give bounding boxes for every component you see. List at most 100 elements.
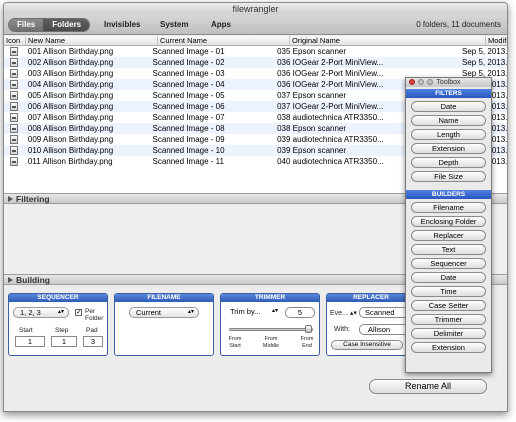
building-label: Building bbox=[16, 275, 50, 285]
file-icon bbox=[10, 113, 18, 122]
toolbox-titlebar: Toolbox bbox=[406, 78, 491, 87]
new-name-cell: 001 Allison Birthday.png bbox=[27, 47, 114, 56]
system-menu[interactable]: System bbox=[160, 20, 188, 29]
trim-mode-value: Trim by... bbox=[230, 307, 261, 316]
start-label: Start bbox=[19, 327, 33, 334]
current-name-cell: Scanned Image - 06 bbox=[152, 102, 225, 111]
file-icon bbox=[10, 80, 18, 89]
column-header-new-name[interactable]: New Name bbox=[26, 36, 158, 45]
per-folder-checkbox[interactable]: ✓ bbox=[75, 309, 82, 316]
current-name-cell: Scanned Image - 07 bbox=[152, 113, 225, 122]
filter-length-button[interactable]: Length bbox=[411, 129, 486, 140]
filename-value: Current bbox=[136, 308, 162, 317]
filter-name-button[interactable]: Name bbox=[411, 115, 486, 126]
builder-filename-button[interactable]: Filename bbox=[411, 202, 486, 213]
new-name-cell: 010 Allison Birthday.png bbox=[27, 146, 114, 155]
sequence-pattern-value: 1, 2, 3 bbox=[20, 308, 41, 317]
builder-text-button[interactable]: Text bbox=[411, 244, 486, 255]
current-name-cell: Scanned Image - 01 bbox=[152, 47, 225, 56]
column-header-current-name[interactable]: Current Name bbox=[158, 36, 290, 45]
replace-mode-value: Eve... bbox=[330, 310, 348, 317]
zoom-icon[interactable] bbox=[427, 79, 433, 85]
builder-sequencer-button[interactable]: Sequencer bbox=[411, 258, 486, 269]
column-header-modification-date[interactable]: Modification Date bbox=[486, 36, 507, 45]
filename-title: FILENAME bbox=[115, 294, 213, 302]
column-header-original-name[interactable]: Original Name bbox=[290, 36, 486, 45]
new-name-cell: 008 Allison Birthday.png bbox=[27, 124, 114, 133]
filter-date-button[interactable]: Date bbox=[411, 101, 486, 112]
file-icon bbox=[10, 124, 18, 133]
filter-extension-button[interactable]: Extension bbox=[411, 143, 486, 154]
toolbox-title: Toolbox bbox=[436, 79, 461, 86]
date-cell: Sep 5, 2013... bbox=[462, 47, 508, 56]
invisibles-menu[interactable]: Invisibles bbox=[104, 20, 140, 29]
current-name-cell: Scanned Image - 05 bbox=[152, 91, 225, 100]
replace-mode-popup[interactable]: Eve... ▴▾ bbox=[330, 309, 357, 317]
builder-delimiter-button[interactable]: Delimiter bbox=[411, 328, 486, 339]
disclosure-triangle-icon[interactable] bbox=[8, 277, 13, 283]
trim-mode-popup[interactable]: Trim by... ▴▾ bbox=[224, 307, 282, 318]
new-name-cell: 006 Allison Birthday.png bbox=[27, 102, 114, 111]
builder-time-button[interactable]: Time bbox=[411, 286, 486, 297]
case-insensitive-button[interactable]: Case Insensitive bbox=[331, 340, 403, 350]
current-name-cell: Scanned Image - 03 bbox=[152, 69, 225, 78]
new-name-cell: 005 Allison Birthday.png bbox=[27, 91, 114, 100]
trim-position-slider[interactable] bbox=[229, 328, 313, 331]
file-icon bbox=[10, 146, 18, 155]
slider-knob[interactable] bbox=[305, 325, 312, 333]
filter-depth-button[interactable]: Depth bbox=[411, 157, 486, 168]
file-icon bbox=[10, 47, 18, 56]
current-name-cell: Scanned Image - 09 bbox=[152, 135, 225, 144]
popup-arrows-icon: ▴▾ bbox=[187, 309, 194, 315]
current-name-cell: Scanned Image - 04 bbox=[152, 80, 225, 89]
apps-menu[interactable]: Apps bbox=[211, 20, 231, 29]
start-field[interactable]: 1 bbox=[15, 336, 45, 347]
new-name-cell: 002 Allison Birthday.png bbox=[27, 58, 114, 67]
new-name-cell: 004 Allison Birthday.png bbox=[27, 80, 114, 89]
original-name-cell: 036 IOGear 2-Port MiniView... bbox=[277, 58, 384, 67]
builder-trimmer-button[interactable]: Trimmer bbox=[411, 314, 486, 325]
trimmer-title: TRIMMER bbox=[221, 294, 319, 302]
file-icon bbox=[10, 135, 18, 144]
builder-case-setter-button[interactable]: Case Setter bbox=[411, 300, 486, 311]
folders-segment[interactable]: Folders bbox=[43, 19, 90, 31]
sequence-pattern-popup[interactable]: 1, 2, 3 ▴▾ bbox=[13, 307, 69, 318]
item-count: 0 folders, 11 documents bbox=[416, 20, 501, 29]
sequencer-title: SEQUENCER bbox=[9, 294, 107, 302]
pad-label: Pad bbox=[86, 327, 98, 334]
filters-header: FILTERS bbox=[406, 89, 491, 98]
current-name-cell: Scanned Image - 11 bbox=[152, 157, 224, 166]
trimmer-panel: TRIMMER Trim by... ▴▾ 5 From Start From M… bbox=[220, 293, 320, 356]
filter-file-size-button[interactable]: File Size bbox=[411, 171, 486, 182]
files-segment[interactable]: Files bbox=[9, 19, 44, 31]
table-row[interactable]: 002 Allison Birthday.png Scanned Image - … bbox=[4, 57, 507, 68]
table-header: Icon New Name Current Name Original Name… bbox=[4, 36, 507, 46]
close-icon[interactable] bbox=[409, 79, 415, 85]
file-icon bbox=[10, 69, 18, 78]
minimize-icon[interactable] bbox=[418, 79, 424, 85]
new-name-cell: 011 Allison Birthday.png bbox=[27, 157, 113, 166]
toolbar: Files Folders Invisibles System Apps 0 f… bbox=[4, 15, 507, 35]
current-name-cell: Scanned Image - 10 bbox=[152, 146, 225, 155]
pad-field[interactable]: 3 bbox=[83, 336, 103, 347]
replacer-title: REPLACER bbox=[327, 294, 415, 302]
from-start-label: From Start bbox=[228, 336, 242, 349]
builder-extension-button[interactable]: Extension bbox=[411, 342, 486, 353]
rename-all-button[interactable]: Rename All bbox=[369, 379, 487, 394]
filename-popup[interactable]: Current ▴▾ bbox=[129, 307, 199, 318]
builder-replacer-button[interactable]: Replacer bbox=[411, 230, 486, 241]
table-row[interactable]: 001 Allison Birthday.png Scanned Image - … bbox=[4, 46, 508, 57]
column-header-icon[interactable]: Icon bbox=[4, 36, 26, 45]
builder-date-button[interactable]: Date bbox=[411, 272, 486, 283]
current-name-cell: Scanned Image - 08 bbox=[152, 124, 225, 133]
popup-arrows-icon: ▴▾ bbox=[57, 309, 64, 315]
sequencer-panel: SEQUENCER 1, 2, 3 ▴▾ ✓ Per Folder Start S… bbox=[8, 293, 108, 356]
builder-enclosing-folder-button[interactable]: Enclosing Folder bbox=[411, 216, 486, 227]
replacer-panel: REPLACER Eve... ▴▾ Scanned With: Allison… bbox=[326, 293, 416, 356]
step-field[interactable]: 1 bbox=[51, 336, 77, 347]
window-title: filewrangler bbox=[4, 3, 507, 15]
trim-amount-field[interactable]: 5 bbox=[285, 307, 315, 318]
step-label: Step bbox=[55, 327, 69, 334]
new-name-cell: 007 Allison Birthday.png bbox=[27, 113, 114, 122]
disclosure-triangle-icon[interactable] bbox=[8, 196, 13, 202]
